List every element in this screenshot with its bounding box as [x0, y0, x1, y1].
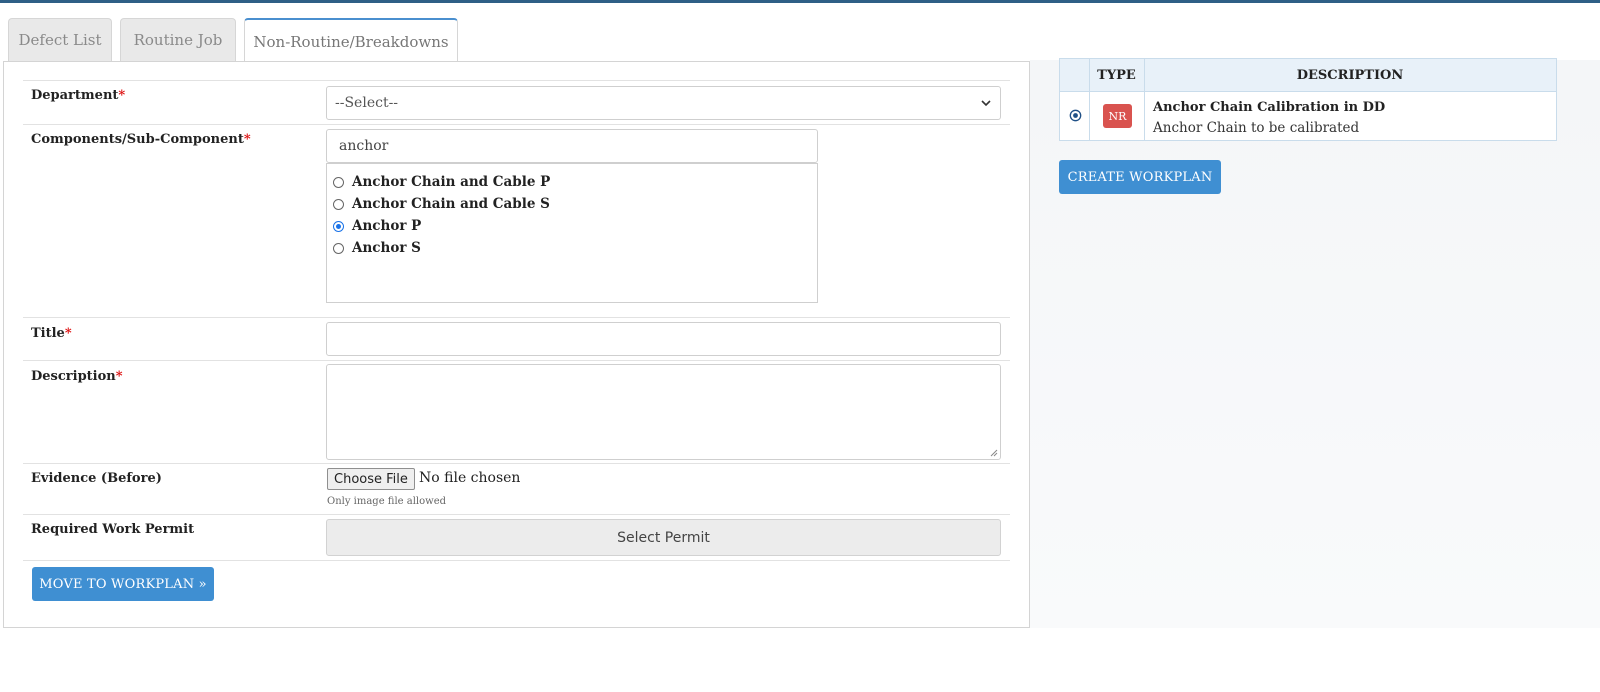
evidence-label: Evidence (Before) — [31, 471, 162, 486]
row-divider — [23, 560, 1010, 561]
table-header: TYPE DESCRIPTION — [1060, 59, 1556, 92]
resize-grip-icon[interactable] — [989, 448, 998, 457]
choose-file-button[interactable]: Choose File — [327, 468, 415, 490]
column-divider — [1089, 92, 1090, 140]
component-option-label: Anchor Chain and Cable P — [352, 174, 551, 190]
workplan-subtitle: Anchor Chain to be calibrated — [1153, 120, 1360, 136]
row-divider — [23, 463, 1010, 464]
description-column-header: DESCRIPTION — [1296, 67, 1404, 83]
description-label: Description* — [31, 369, 123, 384]
component-search-input[interactable]: anchor — [326, 129, 818, 163]
move-to-workplan-button[interactable]: MOVE TO WORKPLAN » — [32, 567, 214, 601]
component-option-label: Anchor Chain and Cable S — [352, 196, 550, 212]
department-select[interactable]: --Select-- — [326, 86, 1001, 120]
title-input[interactable] — [326, 322, 1001, 356]
radio-button[interactable] — [333, 198, 344, 210]
row-divider — [23, 124, 1010, 125]
workplan-table: TYPE DESCRIPTION NR Anchor Chain Calibra… — [1059, 58, 1557, 141]
component-search-value: anchor — [339, 138, 389, 154]
top-accent-bar — [0, 0, 1600, 3]
row-select-radio-icon[interactable] — [1069, 109, 1082, 122]
create-workplan-button[interactable]: CREATE WORKPLAN — [1059, 160, 1221, 194]
file-status-text: No file chosen — [419, 470, 521, 486]
radio-button[interactable] — [333, 242, 344, 254]
department-select-value: --Select-- — [335, 95, 399, 111]
permit-label: Required Work Permit — [31, 522, 195, 537]
select-permit-button[interactable]: Select Permit — [326, 519, 1001, 556]
right-panel-background — [1030, 60, 1600, 628]
tab-non-routine-breakdowns[interactable]: Non-Routine/Breakdowns — [244, 18, 458, 63]
component-label: Components/Sub-Component* — [31, 132, 251, 147]
row-divider — [23, 317, 1010, 318]
component-option-label: Anchor P — [352, 218, 422, 234]
type-column-header: TYPE — [1097, 67, 1136, 83]
component-options-list: Anchor Chain and Cable P Anchor Chain an… — [326, 163, 818, 303]
column-divider — [1144, 92, 1145, 140]
component-option[interactable]: Anchor S — [333, 240, 421, 256]
row-divider — [23, 80, 1010, 81]
column-divider — [1144, 59, 1145, 91]
workplan-title: Anchor Chain Calibration in DD — [1153, 100, 1386, 115]
type-badge: NR — [1103, 104, 1132, 128]
select-column-header — [1060, 59, 1089, 91]
row-divider — [23, 360, 1010, 361]
component-option-label: Anchor S — [352, 240, 421, 256]
component-option-selected[interactable]: Anchor P — [333, 218, 421, 234]
component-option[interactable]: Anchor Chain and Cable S — [333, 196, 550, 212]
column-divider — [1089, 59, 1090, 91]
file-hint-text: Only image file allowed — [327, 496, 447, 507]
title-label: Title* — [31, 326, 72, 341]
chevron-down-icon — [981, 100, 991, 107]
description-textarea[interactable] — [326, 364, 1001, 460]
department-label: Department* — [31, 88, 126, 103]
row-divider — [23, 514, 1010, 515]
radio-button[interactable] — [333, 176, 344, 188]
radio-button-checked[interactable] — [333, 220, 344, 232]
component-option[interactable]: Anchor Chain and Cable P — [333, 174, 550, 190]
tab-routine-job[interactable]: Routine Job — [120, 18, 236, 61]
table-row[interactable]: NR Anchor Chain Calibration in DD Anchor… — [1060, 92, 1556, 140]
tab-defect-list[interactable]: Defect List — [8, 18, 112, 61]
